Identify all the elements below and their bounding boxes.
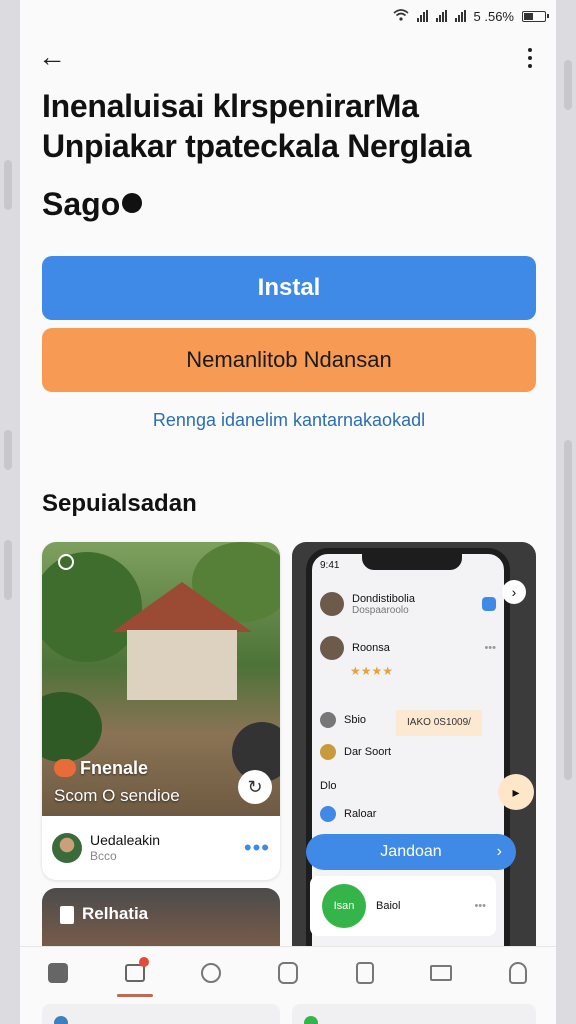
- back-button[interactable]: ←: [38, 42, 70, 74]
- background-edge-right: [556, 0, 576, 1024]
- screenshot-card-village[interactable]: Fnenale Scom O sendioe ↻ Uedaleakin Bcco…: [42, 542, 280, 880]
- mock-primary-button[interactable]: Jandoan ›: [306, 834, 516, 870]
- play-button[interactable]: ▸: [498, 774, 534, 810]
- arrow-left-icon: ←: [38, 41, 66, 72]
- info-icon: [320, 806, 336, 822]
- battery-percent: 5 .56%: [473, 8, 514, 24]
- rating-stars: ★★★★: [350, 664, 394, 678]
- emoji-icon: [54, 759, 76, 777]
- mock-list-item: Sbio: [320, 712, 496, 728]
- nav-search[interactable]: [191, 953, 231, 993]
- nav-profile[interactable]: [498, 953, 538, 993]
- chevron-right-icon: ›: [511, 584, 517, 600]
- info-dot-icon: [122, 193, 143, 213]
- nav-transport[interactable]: [345, 953, 385, 993]
- bottom-navigation: [20, 946, 556, 998]
- info-link[interactable]: Rennga idanelim kantarnakaokadl: [42, 410, 536, 431]
- status-bar: 5 .56%: [20, 0, 556, 32]
- mock-green-row: Isan Baiol •••: [310, 876, 496, 936]
- search-icon: [201, 962, 222, 983]
- apps-icon: [48, 962, 69, 983]
- nav-mail[interactable]: [421, 953, 461, 993]
- play-indicator-icon: [58, 554, 74, 570]
- active-indicator: [116, 993, 153, 997]
- share-button[interactable]: ↻: [238, 770, 272, 804]
- battery-icon: [522, 10, 549, 22]
- mock-list-item: Raloar: [320, 806, 496, 822]
- avatar: [320, 592, 344, 616]
- bookmark-icon: [60, 906, 74, 924]
- signal-icon: [435, 10, 447, 22]
- wifi-icon: [392, 8, 409, 24]
- mock-status-time: 9:41: [320, 560, 340, 571]
- card-meta: Scom O sendioe: [54, 786, 180, 805]
- mail-icon: [430, 964, 453, 981]
- badge-icon: [482, 597, 496, 611]
- green-avatar: Isan: [322, 884, 366, 928]
- card-author-row: Uedaleakin Bcco •••: [42, 816, 280, 880]
- play-icon: ▸: [512, 784, 520, 800]
- nav-home[interactable]: [115, 953, 155, 997]
- card-caption: Fnenale: [54, 758, 148, 779]
- screenshots-section-title: Sepuialsadan: [42, 490, 197, 517]
- app-bar: ←: [20, 38, 556, 78]
- notification-badge: [138, 956, 149, 967]
- peek-card: [292, 1004, 536, 1024]
- app-detail-screen: 5 .56% ← Inenaluisai klrspenirarMa Unpia…: [20, 0, 556, 1024]
- avatar: [320, 636, 344, 660]
- screenshot-card-phone[interactable]: 9:41 Dondistibolia Dospaaroolo Roonsa •••…: [292, 542, 536, 962]
- app-title: Inenaluisai klrspenirarMa Unpiakar tpate…: [42, 88, 472, 164]
- install-button[interactable]: Instal: [42, 256, 536, 320]
- profile-icon: [508, 961, 527, 984]
- screenshot-card-street[interactable]: Relhatia: [42, 888, 280, 948]
- author-subtext: Bcco: [90, 849, 117, 863]
- secondary-action-button[interactable]: Nemanlitob Ndansan: [42, 328, 536, 392]
- more-options-button[interactable]: [518, 42, 542, 74]
- avatar: [52, 833, 82, 863]
- app-subtitle: Sago: [42, 184, 143, 224]
- signal-icon: [454, 10, 466, 22]
- card-caption: Relhatia: [82, 904, 149, 923]
- nav-apps[interactable]: [38, 953, 78, 993]
- mock-list-item: Dondistibolia Dospaaroolo: [320, 592, 496, 616]
- more-vertical-icon: [528, 48, 532, 52]
- nav-bag[interactable]: [268, 953, 308, 993]
- village-photo: Fnenale Scom O sendioe ↻: [42, 542, 280, 816]
- coin-icon: [320, 744, 336, 760]
- chevron-right-icon: ›: [496, 843, 502, 860]
- mock-list-item: Roonsa •••: [320, 636, 496, 660]
- next-arrow-button[interactable]: ›: [502, 580, 526, 604]
- settings-icon: [320, 712, 336, 728]
- background-edge-left: [0, 0, 20, 1024]
- peek-card: [42, 1004, 280, 1024]
- bus-icon: [355, 961, 374, 984]
- mock-list-item: Dar Soort: [320, 744, 496, 760]
- mock-list-item: Dlo: [320, 780, 337, 792]
- share-icon: ↻: [247, 777, 263, 797]
- author-name: Uedaleakin: [90, 832, 161, 848]
- bag-icon: [277, 961, 298, 984]
- more-dots-button[interactable]: •••: [244, 835, 270, 861]
- signal-icon: [416, 10, 428, 22]
